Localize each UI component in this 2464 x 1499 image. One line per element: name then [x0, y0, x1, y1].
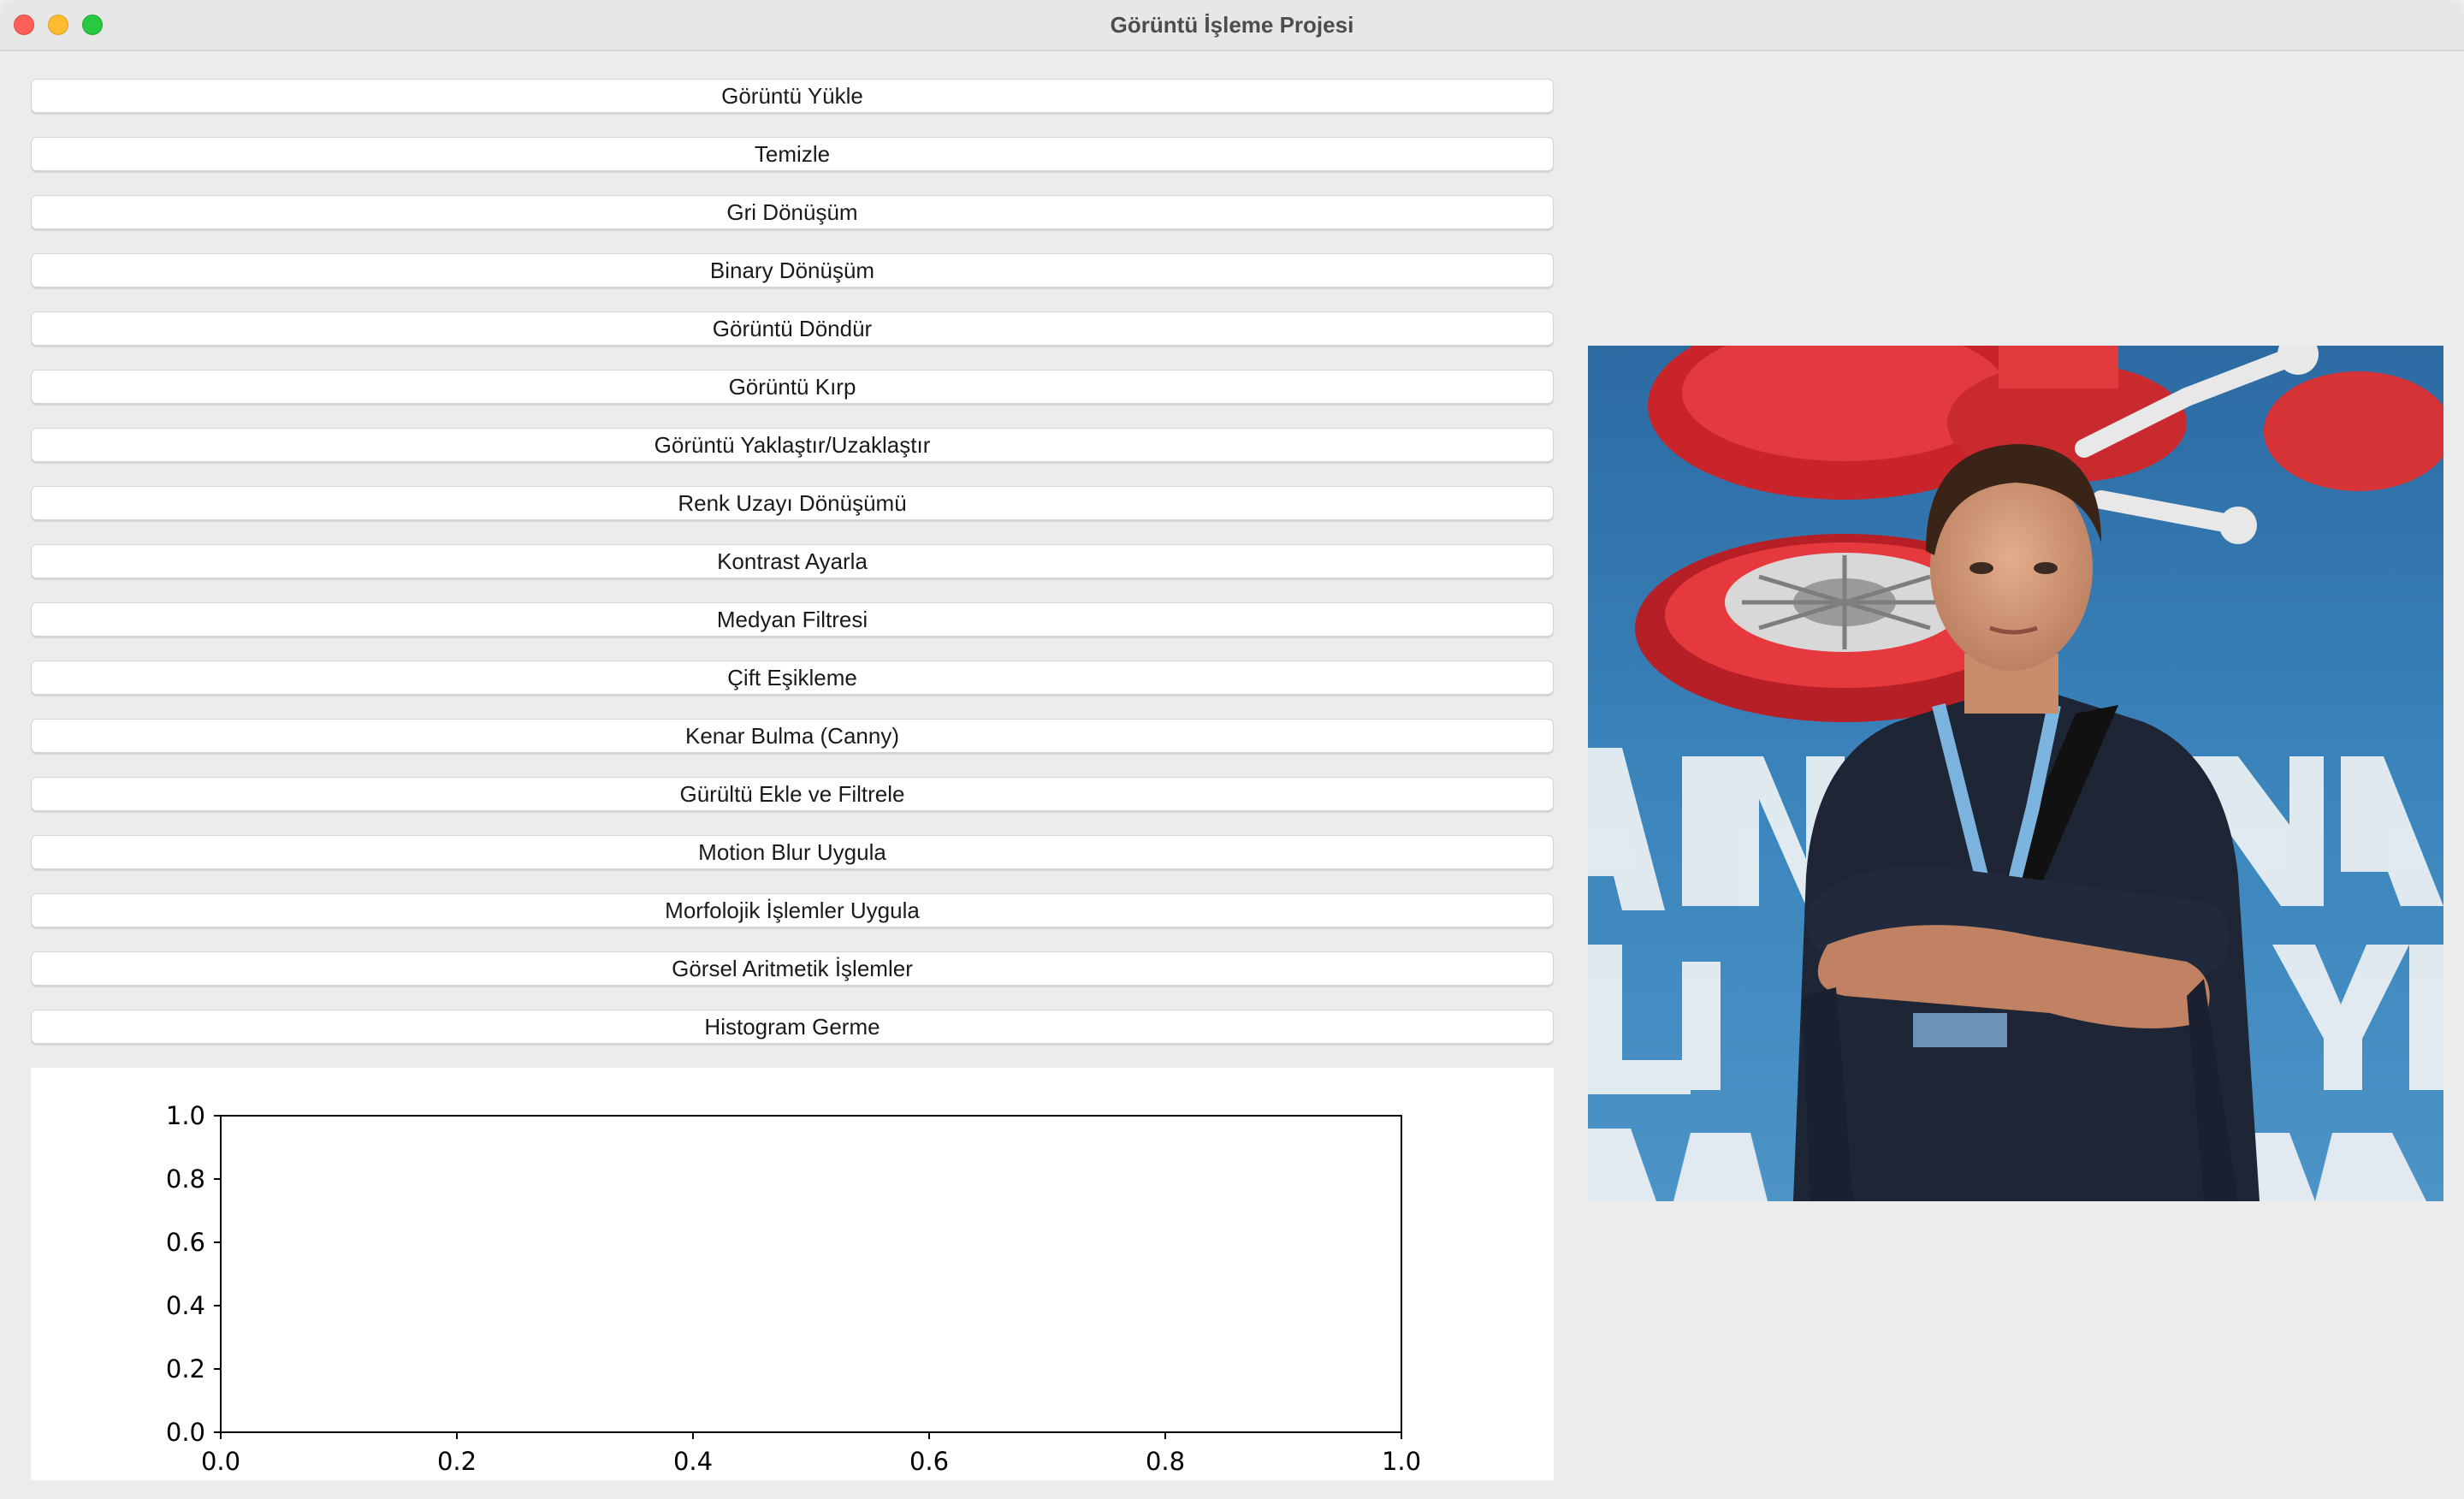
- x-tick-label: 0.6: [909, 1447, 949, 1476]
- histogram-stretch-button[interactable]: Histogram Germe: [31, 1010, 1554, 1044]
- noise-filter-button[interactable]: Gürültü Ekle ve Filtrele: [31, 777, 1554, 811]
- image-arithmetic-button[interactable]: Görsel Aritmetik İşlemler: [31, 951, 1554, 986]
- y-tick-label: 0.0: [166, 1418, 205, 1447]
- y-tick-label: 0.2: [166, 1354, 205, 1383]
- x-tick-label: 1.0: [1382, 1447, 1421, 1476]
- contrast-button[interactable]: Kontrast Ayarla: [31, 544, 1554, 578]
- window-title: Görüntü İşleme Projesi: [1110, 12, 1354, 38]
- load-image-button[interactable]: Görüntü Yükle: [31, 79, 1554, 113]
- canny-edge-button[interactable]: Kenar Bulma (Canny): [31, 719, 1554, 753]
- displayed-image: [1588, 346, 2443, 1201]
- operation-button-list: Görüntü Yükle Temizle Gri Dönüşüm Binary…: [31, 79, 1554, 1068]
- crop-image-button[interactable]: Görüntü Kırp: [31, 370, 1554, 404]
- morphology-button[interactable]: Morfolojik İşlemler Uygula: [31, 893, 1554, 927]
- grayscale-button[interactable]: Gri Dönüşüm: [31, 195, 1554, 229]
- color-space-button[interactable]: Renk Uzayı Dönüşümü: [31, 486, 1554, 520]
- y-tick-label: 0.8: [166, 1164, 205, 1194]
- clear-button[interactable]: Temizle: [31, 137, 1554, 171]
- zoom-image-button[interactable]: Görüntü Yaklaştır/Uzaklaştır: [31, 428, 1554, 462]
- x-tick-label: 0.0: [201, 1447, 240, 1476]
- x-tick-label: 0.4: [673, 1447, 713, 1476]
- plot-axes-frame: [220, 1115, 1402, 1433]
- title-bar: Görüntü İşleme Projesi: [0, 0, 2464, 51]
- histogram-plot-panel: 0.0 0.2 0.4 0.6 0.8 1.0 0.0 0.2 0.4 0.6 0.8 1.0: [31, 1068, 1554, 1480]
- person-photo-icon: [1588, 346, 2443, 1201]
- x-tick-label: 0.8: [1146, 1447, 1185, 1476]
- motion-blur-button[interactable]: Motion Blur Uygula: [31, 835, 1554, 869]
- y-tick-label: 0.4: [166, 1291, 205, 1320]
- x-tick-label: 0.2: [437, 1447, 477, 1476]
- double-threshold-button[interactable]: Çift Eşikleme: [31, 661, 1554, 695]
- y-tick-label: 0.6: [166, 1228, 205, 1257]
- binary-conversion-button[interactable]: Binary Dönüşüm: [31, 253, 1554, 287]
- median-filter-button[interactable]: Medyan Filtresi: [31, 602, 1554, 637]
- y-tick-label: 1.0: [166, 1101, 205, 1130]
- histogram-chart: 0.0 0.2 0.4 0.6 0.8 1.0 0.0 0.2 0.4 0.6 0.8 1.0: [166, 1101, 1421, 1476]
- rotate-image-button[interactable]: Görüntü Döndür: [31, 311, 1554, 346]
